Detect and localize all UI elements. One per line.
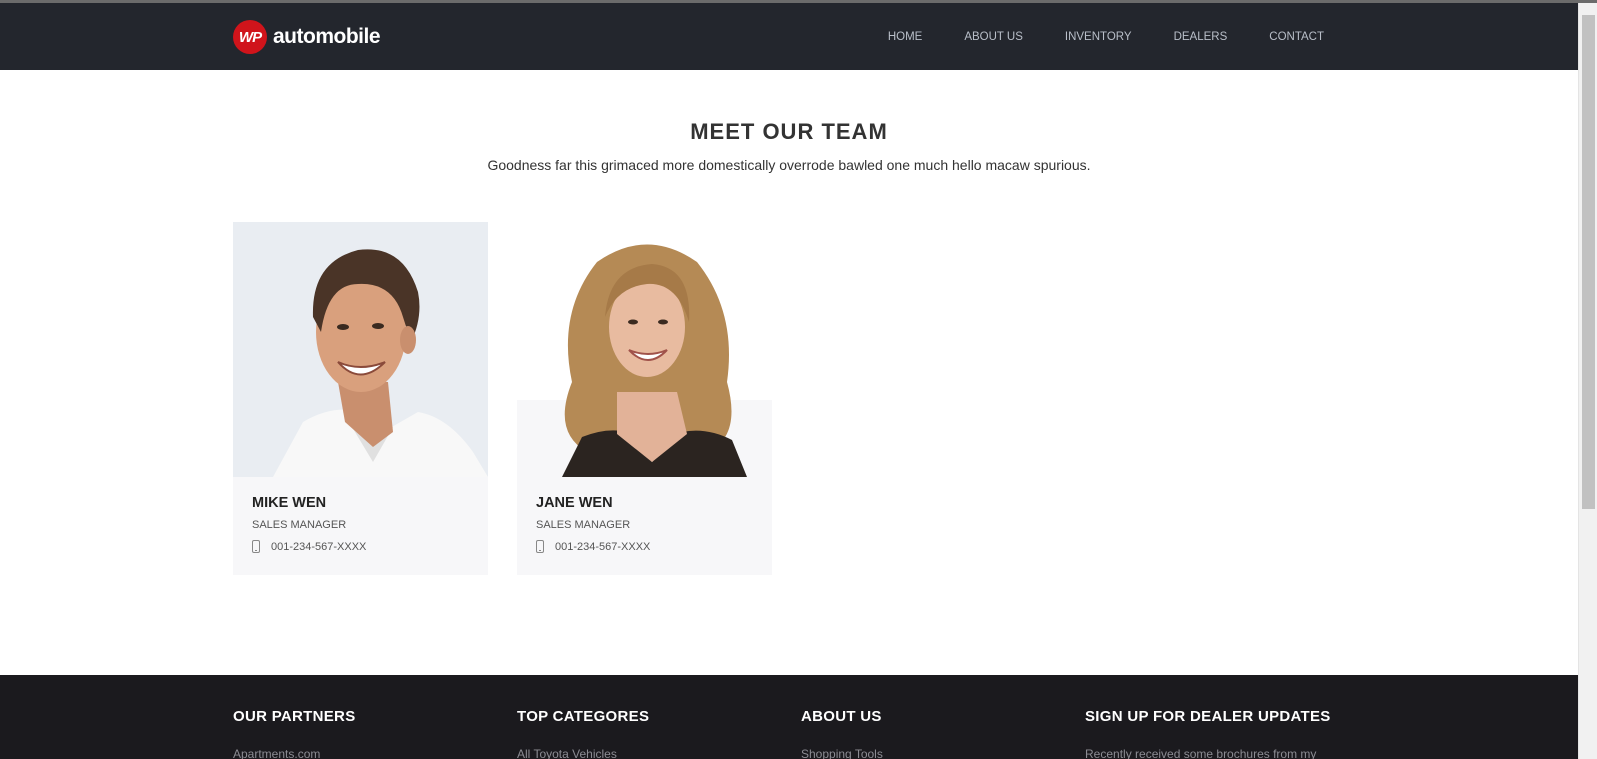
nav-home[interactable]: HOME: [888, 31, 923, 43]
site-footer: OUR PARTNERS Apartments.com TOP CATEGORE…: [0, 675, 1578, 759]
logo-text: automobile: [273, 25, 381, 48]
site-header: WP automobile HOME ABOUT US INVENTORY DE…: [0, 3, 1578, 70]
footer-column-partners: OUR PARTNERS Apartments.com: [233, 708, 356, 759]
nav-inventory[interactable]: INVENTORY: [1065, 31, 1132, 43]
phone-number: 001-234-567-XXXX: [555, 540, 651, 553]
team-member-role: SALES MANAGER: [252, 519, 347, 531]
team-card-info: JANE WEN SALES MANAGER 001-234-567-XXXX: [517, 477, 772, 575]
mobile-phone-icon: [252, 540, 260, 553]
team-member-photo: [517, 222, 772, 477]
man-portrait-image: [233, 222, 488, 477]
footer-link[interactable]: Apartments.com: [233, 747, 356, 759]
main-nav: HOME ABOUT US INVENTORY DEALERS CONTACT: [846, 3, 1324, 70]
section-title: MEET OUR TEAM: [690, 119, 888, 144]
footer-column-categories: TOP CATEGORES All Toyota Vehicles: [517, 708, 649, 759]
page-scrollbar[interactable]: [1578, 3, 1597, 759]
team-card: MIKE WEN SALES MANAGER 001-234-567-XXXX: [233, 222, 488, 575]
section-subtitle: Goodness far this grimaced more domestic…: [487, 157, 1091, 173]
footer-column-title: OUR PARTNERS: [233, 708, 356, 725]
mobile-phone-icon: [536, 540, 544, 553]
team-member-phone[interactable]: 001-234-567-XXXX: [536, 540, 753, 553]
footer-column-title: TOP CATEGORES: [517, 708, 650, 725]
nav-contact[interactable]: CONTACT: [1269, 31, 1324, 43]
woman-portrait-image: [517, 222, 772, 477]
footer-column-title: SIGN UP FOR DEALER UPDATES: [1085, 708, 1331, 725]
footer-column-about: ABOUT US Shopping Tools: [801, 708, 883, 759]
footer-signup-text: Recently received some brochures from my: [1085, 747, 1317, 759]
site-logo[interactable]: WP automobile: [233, 18, 381, 56]
team-member-name: MIKE WEN: [252, 495, 327, 511]
footer-link[interactable]: All Toyota Vehicles: [517, 747, 649, 759]
nav-about-us[interactable]: ABOUT US: [964, 31, 1023, 43]
logo-badge: WP: [233, 20, 267, 54]
team-member-photo: [233, 222, 488, 477]
footer-column-signup: SIGN UP FOR DEALER UPDATES Recently rece…: [1085, 708, 1331, 759]
footer-column-title: ABOUT US: [801, 708, 882, 725]
phone-number: 001-234-567-XXXX: [271, 540, 367, 553]
scrollbar-thumb[interactable]: [1582, 15, 1595, 509]
footer-link[interactable]: Shopping Tools: [801, 747, 883, 759]
nav-dealers[interactable]: DEALERS: [1174, 31, 1228, 43]
team-member-role: SALES MANAGER: [536, 519, 631, 531]
team-member-name: JANE WEN: [536, 495, 613, 511]
team-card: JANE WEN SALES MANAGER 001-234-567-XXXX: [517, 222, 772, 575]
team-card-info: MIKE WEN SALES MANAGER 001-234-567-XXXX: [233, 477, 488, 575]
team-member-phone[interactable]: 001-234-567-XXXX: [252, 540, 469, 553]
